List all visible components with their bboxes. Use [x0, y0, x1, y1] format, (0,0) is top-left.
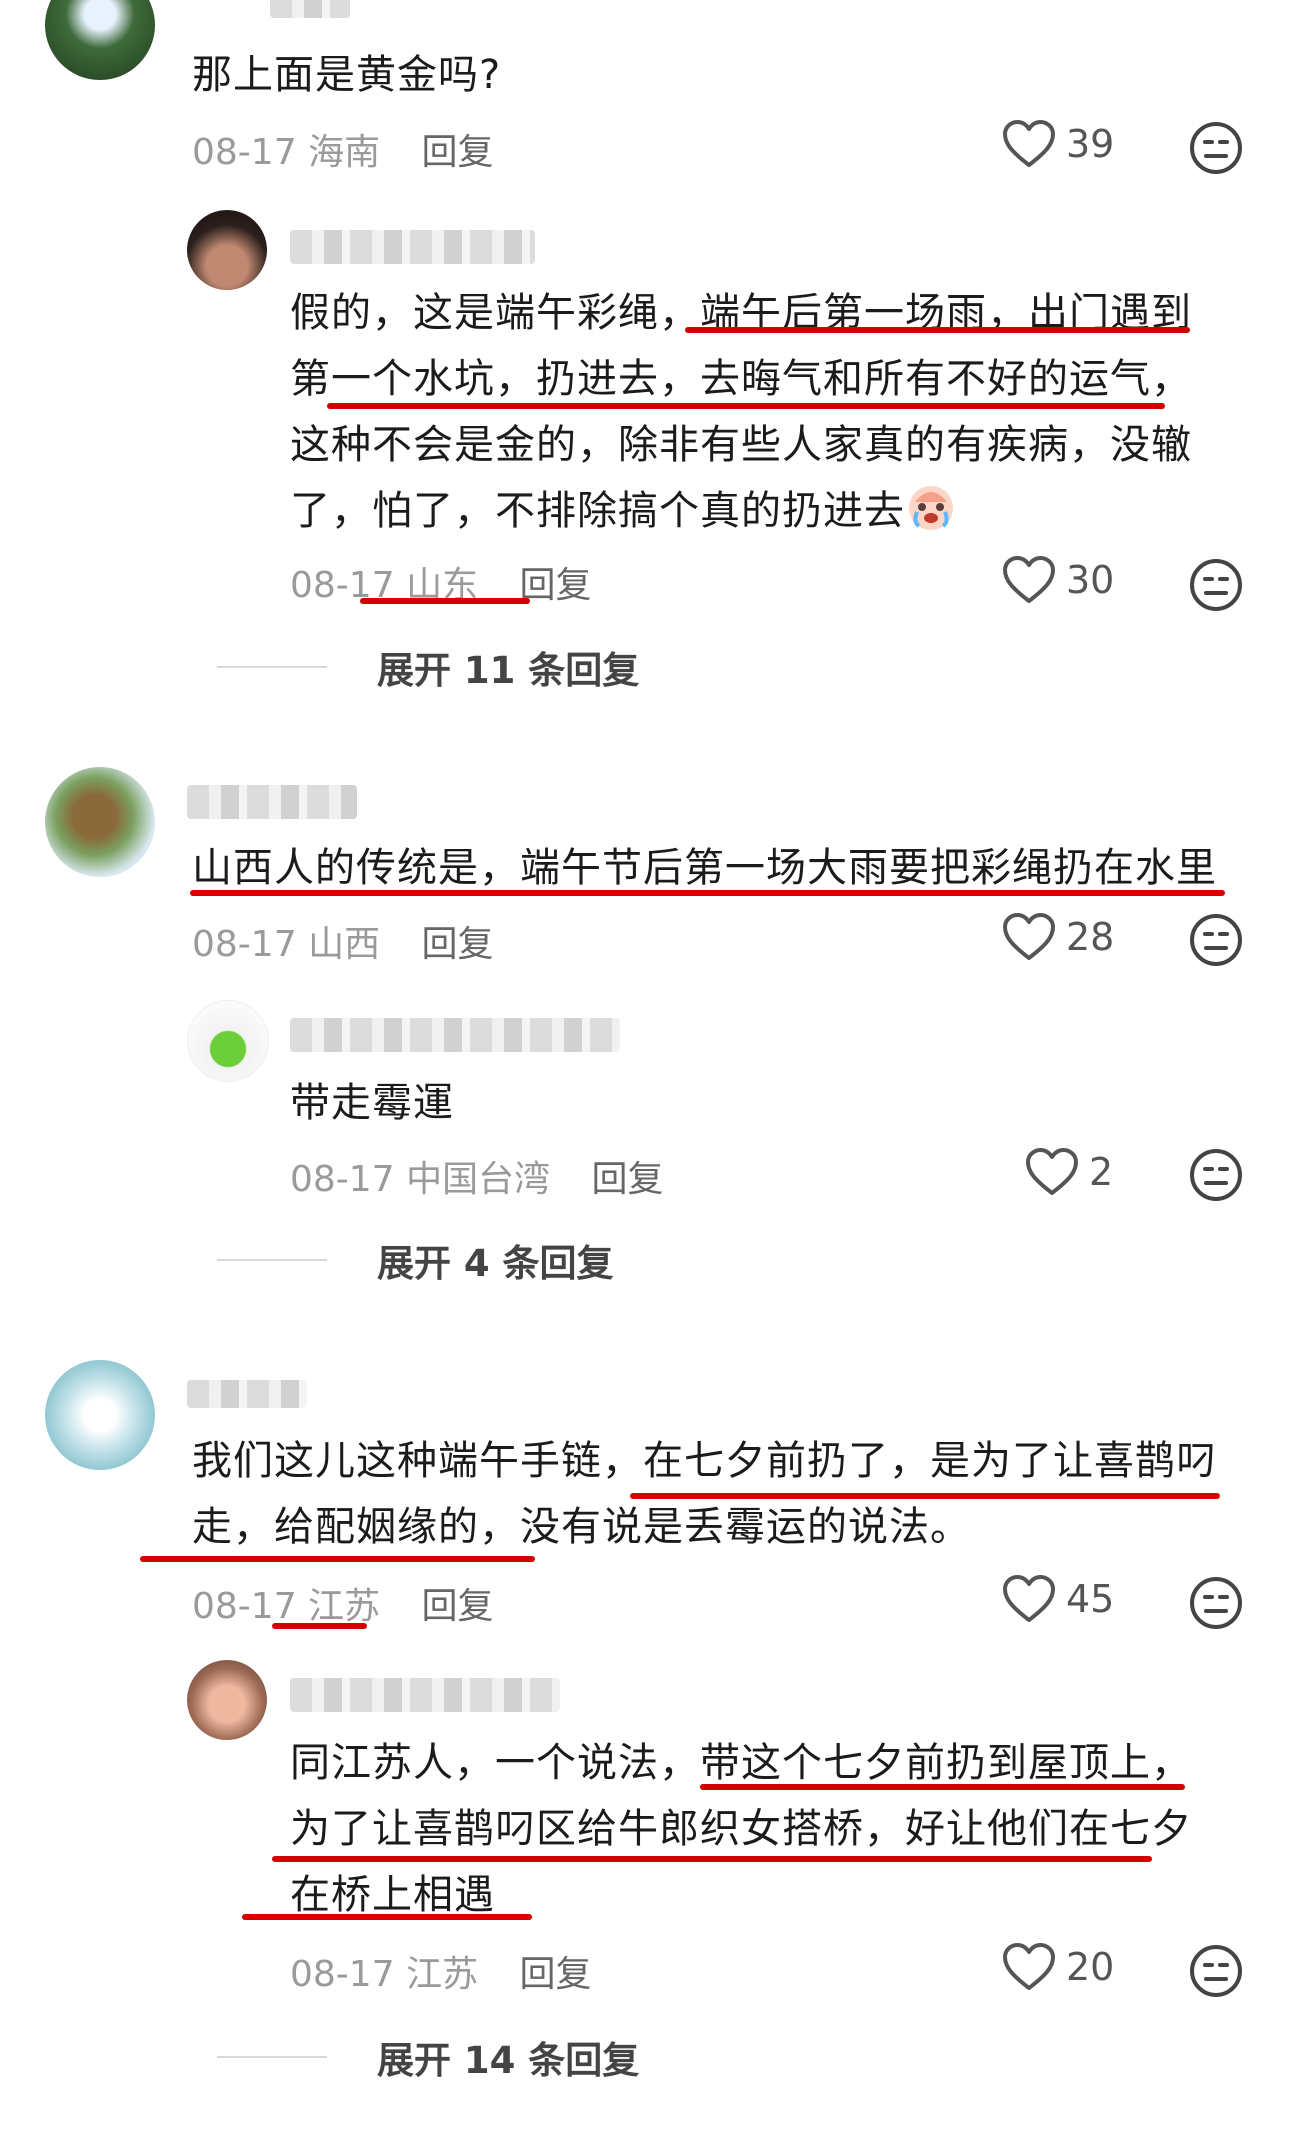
reply-meta: 08-17 江苏 回复	[290, 1945, 592, 1997]
comment-location: 山西	[308, 924, 381, 965]
red-underline-annotation	[272, 1856, 1152, 1862]
comment-text-line: 我们这儿这种端午手链，在七夕前扔了，是为了让喜鹊叼	[192, 1438, 1217, 1484]
neutral-face-icon[interactable]	[1188, 557, 1244, 613]
neutral-face-icon[interactable]	[1188, 1575, 1244, 1631]
heart-outline-icon	[1002, 1574, 1056, 1624]
expand-replies-button[interactable]: 展开 14 条回复	[217, 2030, 639, 2084]
comment-meta: 08-17 山西 回复	[192, 915, 494, 967]
reply-button[interactable]: 回复	[520, 1954, 592, 1995]
reply-location: 江苏	[406, 1954, 479, 1995]
reply-text-line: 为了让喜鹊叼区给牛郎织女搭桥，好让他们在七夕	[290, 1806, 1192, 1852]
red-underline-annotation	[242, 1914, 532, 1920]
like-count: 20	[1066, 1945, 1115, 1989]
crying-face-emoji-icon	[909, 486, 953, 530]
comment-meta: 08-17 海南 回复	[192, 123, 494, 175]
neutral-face-icon[interactable]	[1188, 120, 1244, 176]
like-button[interactable]: 2	[1025, 1147, 1113, 1197]
red-underline-annotation	[272, 1623, 367, 1629]
neutral-face-icon[interactable]	[1188, 912, 1244, 968]
red-underline-annotation	[327, 403, 1165, 409]
red-underline-annotation	[685, 327, 1190, 333]
heart-outline-icon	[1025, 1147, 1079, 1197]
divider-line	[217, 666, 327, 668]
avatar[interactable]	[45, 767, 155, 877]
username-blurred[interactable]	[290, 1018, 620, 1052]
reply-location: 中国台湾	[406, 1159, 551, 1200]
expand-replies-button[interactable]: 展开 11 条回复	[217, 640, 639, 694]
reply-date: 08-17	[290, 1954, 395, 1995]
divider-line	[217, 1259, 327, 1261]
like-count: 2	[1089, 1150, 1114, 1194]
heart-outline-icon	[1002, 555, 1056, 605]
neutral-face-icon[interactable]	[1188, 1943, 1244, 1999]
comment-location: 江苏	[308, 1586, 381, 1627]
reply-button[interactable]: 回复	[422, 132, 494, 173]
like-count: 30	[1066, 558, 1115, 602]
like-button[interactable]: 30	[1002, 555, 1114, 605]
reply-button[interactable]: 回复	[592, 1159, 664, 1200]
expand-label: 展开 14 条回复	[377, 2039, 640, 2082]
like-button[interactable]: 28	[1002, 912, 1114, 962]
like-button[interactable]: 39	[1002, 119, 1114, 169]
comment-date: 08-17	[192, 132, 297, 173]
heart-outline-icon	[1002, 1942, 1056, 1992]
like-count: 39	[1066, 122, 1115, 166]
username-blurred[interactable]	[270, 0, 350, 18]
reply-meta: 08-17 中国台湾 回复	[290, 1150, 664, 1202]
username-blurred[interactable]	[187, 785, 357, 819]
like-count: 28	[1066, 915, 1115, 959]
like-button[interactable]: 45	[1002, 1574, 1114, 1624]
reply-text-line: 了，怕了，不排除搞个真的扔进去	[290, 478, 957, 545]
reply-text-line: 假的，这是端午彩绳，端午后第一场雨，出门遇到	[290, 290, 1192, 336]
reply-text-line: 这种不会是金的，除非有些人家真的有疾病，没辙	[290, 422, 1192, 468]
expand-label: 展开 11 条回复	[377, 649, 640, 692]
reply-button[interactable]: 回复	[422, 1586, 494, 1627]
avatar[interactable]	[187, 210, 267, 290]
like-button[interactable]: 20	[1002, 1942, 1114, 1992]
avatar[interactable]	[45, 0, 155, 80]
red-underline-annotation	[190, 890, 1225, 896]
reply-button[interactable]: 回复	[422, 924, 494, 965]
expand-replies-button[interactable]: 展开 4 条回复	[217, 1233, 614, 1287]
avatar[interactable]	[187, 1660, 267, 1740]
reply-button[interactable]: 回复	[520, 565, 592, 606]
username-blurred[interactable]	[187, 1380, 307, 1408]
expand-label: 展开 4 条回复	[377, 1242, 614, 1285]
divider-line	[217, 2056, 327, 2058]
comment-date: 08-17	[192, 1586, 297, 1627]
comment-text: 那上面是黄金吗?	[192, 52, 502, 98]
like-count: 45	[1066, 1577, 1115, 1621]
avatar[interactable]	[187, 1000, 269, 1082]
reply-text-span: 了，怕了，不排除搞个真的扔进去	[290, 488, 905, 534]
reply-text-line: 带走霉運	[290, 1080, 454, 1126]
red-underline-annotation	[700, 1784, 1185, 1790]
comment-location: 海南	[308, 132, 381, 173]
neutral-face-icon[interactable]	[1188, 1147, 1244, 1203]
red-underline-annotation	[630, 1493, 1220, 1499]
username-blurred[interactable]	[290, 230, 535, 264]
comment-date: 08-17	[192, 924, 297, 965]
red-underline-annotation	[140, 1556, 535, 1562]
comment-text-line: 走，给配姻缘的，没有说是丢霉运的说法。	[192, 1504, 971, 1550]
heart-outline-icon	[1002, 119, 1056, 169]
username-blurred[interactable]	[290, 1678, 560, 1712]
comment-meta: 08-17 江苏 回复	[192, 1577, 494, 1629]
red-underline-annotation	[360, 598, 530, 604]
reply-date: 08-17	[290, 1159, 395, 1200]
heart-outline-icon	[1002, 912, 1056, 962]
avatar[interactable]	[45, 1360, 155, 1470]
